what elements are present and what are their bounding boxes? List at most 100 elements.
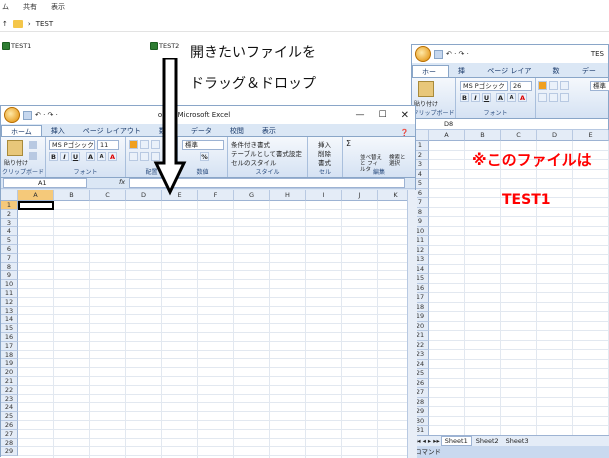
cell-styles-button[interactable]: セルのスタイル xyxy=(231,157,277,167)
paste-label[interactable]: 貼り付け xyxy=(4,158,28,167)
menu-item-home[interactable]: ム xyxy=(2,2,9,12)
row-header-22[interactable]: 22 xyxy=(1,385,18,395)
align-right-icon[interactable] xyxy=(560,93,569,102)
bold-button[interactable]: B xyxy=(460,93,469,102)
row-header-5[interactable]: 5 xyxy=(1,236,18,245)
column-header-D[interactable]: D xyxy=(537,130,573,141)
column-header-J[interactable]: J xyxy=(342,190,378,201)
row-header-12[interactable]: 12 xyxy=(1,297,18,307)
percent-button[interactable]: % xyxy=(200,152,209,161)
up-arrow-icon[interactable]: ↑ xyxy=(2,20,8,28)
underline-button[interactable]: U xyxy=(71,152,80,161)
office-button-icon[interactable] xyxy=(415,46,431,62)
column-header-A[interactable]: A xyxy=(18,190,54,201)
name-box[interactable]: D8 xyxy=(444,120,453,128)
row-header-23[interactable]: 23 xyxy=(1,394,18,404)
row-header-7[interactable]: 7 xyxy=(1,253,18,263)
italic-button[interactable]: I xyxy=(471,93,480,102)
select-all-corner[interactable] xyxy=(1,190,18,201)
tab-home[interactable]: ホーム xyxy=(412,65,449,88)
tab-page-layout[interactable]: ページ レイアウト xyxy=(478,65,543,87)
autosum-icon[interactable]: Σ xyxy=(346,139,351,148)
tab-data[interactable]: データ xyxy=(573,65,608,87)
font-color-button[interactable]: A xyxy=(108,152,117,161)
row-header-4[interactable]: 4 xyxy=(1,227,18,237)
row-header-28[interactable]: 28 xyxy=(1,438,18,448)
font-size-select[interactable]: 11 xyxy=(97,140,119,150)
vertical-scrollbar[interactable] xyxy=(407,190,417,458)
row-header-29[interactable]: 29 xyxy=(1,447,18,457)
name-box[interactable]: A1 xyxy=(3,178,87,188)
align-top-icon[interactable] xyxy=(538,81,547,90)
sheet-tab-2[interactable]: Sheet2 xyxy=(473,437,502,445)
align-left-icon[interactable] xyxy=(129,152,138,161)
undo-redo-icon[interactable]: ↶ · ↷ · xyxy=(446,50,469,58)
minimize-icon[interactable]: — xyxy=(356,110,365,120)
row-header-19[interactable]: 19 xyxy=(1,359,18,369)
font-name-select[interactable]: MS Pゴシック xyxy=(460,81,508,91)
copy-icon[interactable] xyxy=(29,152,37,160)
office-button-icon[interactable] xyxy=(4,107,20,123)
grow-font-button[interactable]: A xyxy=(86,152,95,161)
font-size-select[interactable]: 26 xyxy=(510,81,532,91)
row-header-6[interactable]: 6 xyxy=(1,245,18,254)
row-header-17[interactable]: 17 xyxy=(1,341,18,351)
number-format-select[interactable]: 標準 xyxy=(590,81,609,91)
active-cell-a1[interactable] xyxy=(18,201,54,210)
tab-formulas[interactable]: 数式 xyxy=(544,65,573,87)
align-bottom-icon[interactable] xyxy=(560,81,569,90)
sheet-tab-1[interactable]: Sheet1 xyxy=(440,436,472,446)
row-header-3[interactable]: 3 xyxy=(1,218,18,228)
font-name-select[interactable]: MS Pゴシック xyxy=(49,140,95,150)
paste-icon[interactable] xyxy=(418,81,434,97)
row-header-1[interactable]: 1 xyxy=(1,201,18,210)
tab-insert[interactable]: 挿入 xyxy=(449,65,478,87)
column-header-I[interactable]: I xyxy=(306,190,342,201)
shrink-font-button[interactable]: A xyxy=(507,93,516,102)
column-header-E[interactable]: E xyxy=(573,130,609,141)
column-header-B[interactable]: B xyxy=(54,190,90,201)
column-header-B[interactable]: B xyxy=(465,130,501,141)
align-top-icon[interactable] xyxy=(129,140,138,149)
shrink-font-button[interactable]: A xyxy=(97,152,106,161)
row-header-15[interactable]: 15 xyxy=(1,324,18,333)
row-header-25[interactable]: 25 xyxy=(1,412,18,421)
bold-button[interactable]: B xyxy=(49,152,58,161)
row-header-14[interactable]: 14 xyxy=(1,315,18,325)
column-header-A[interactable]: A xyxy=(429,130,465,141)
column-header-C[interactable]: C xyxy=(501,130,537,141)
undo-redo-icon[interactable]: ↶ · ↷ · xyxy=(35,111,58,119)
cut-icon[interactable] xyxy=(29,141,37,149)
align-middle-icon[interactable] xyxy=(549,81,558,90)
row-header-8[interactable]: 8 xyxy=(1,262,18,272)
column-header-F[interactable]: F xyxy=(198,190,234,201)
sheet-tab-3[interactable]: Sheet3 xyxy=(503,437,532,445)
maximize-icon[interactable]: ☐ xyxy=(379,110,387,120)
save-icon[interactable] xyxy=(434,49,443,59)
row-header-10[interactable]: 10 xyxy=(1,280,18,289)
row-header-11[interactable]: 11 xyxy=(1,289,18,298)
align-center-icon[interactable] xyxy=(549,93,558,102)
row-header-16[interactable]: 16 xyxy=(1,333,18,342)
row-header-9[interactable]: 9 xyxy=(1,271,18,281)
explorer-address-bar[interactable]: ↑ › TEST xyxy=(0,16,609,32)
paste-icon[interactable] xyxy=(7,140,23,156)
row-header-18[interactable]: 18 xyxy=(1,350,18,360)
format-cells-button[interactable]: 書式 xyxy=(318,157,331,167)
align-left-icon[interactable] xyxy=(538,93,547,102)
row-header-27[interactable]: 27 xyxy=(1,429,18,439)
row-header-2[interactable]: 2 xyxy=(1,209,18,219)
row-header-26[interactable]: 26 xyxy=(1,421,18,430)
close-icon[interactable]: ✕ xyxy=(401,110,409,121)
grow-font-button[interactable]: A xyxy=(496,93,505,102)
row-header-20[interactable]: 20 xyxy=(1,368,18,377)
fx-icon[interactable]: fx xyxy=(119,178,125,186)
underline-button[interactable]: U xyxy=(482,93,491,102)
italic-button[interactable]: I xyxy=(60,152,69,161)
column-header-K[interactable]: K xyxy=(378,190,407,201)
worksheet-grid[interactable]: A B C D E F G H I J K 1 2 3 4 5 6 7 8 9 10 11 12 13 14 15 16 17 18 19… xyxy=(1,190,407,458)
row-header-21[interactable]: 21 xyxy=(1,377,18,386)
sheet-nav-icon[interactable]: ◂◂ ◂ ▸ ▸▸ xyxy=(414,437,440,445)
menu-item-share[interactable]: 共有 xyxy=(23,2,37,12)
worksheet-grid[interactable]: A B C D E 1 2 3 4 5 6 7 8 9 10 11 12 13 14 15 16 17 18 19 20 21 22… xyxy=(412,130,609,435)
